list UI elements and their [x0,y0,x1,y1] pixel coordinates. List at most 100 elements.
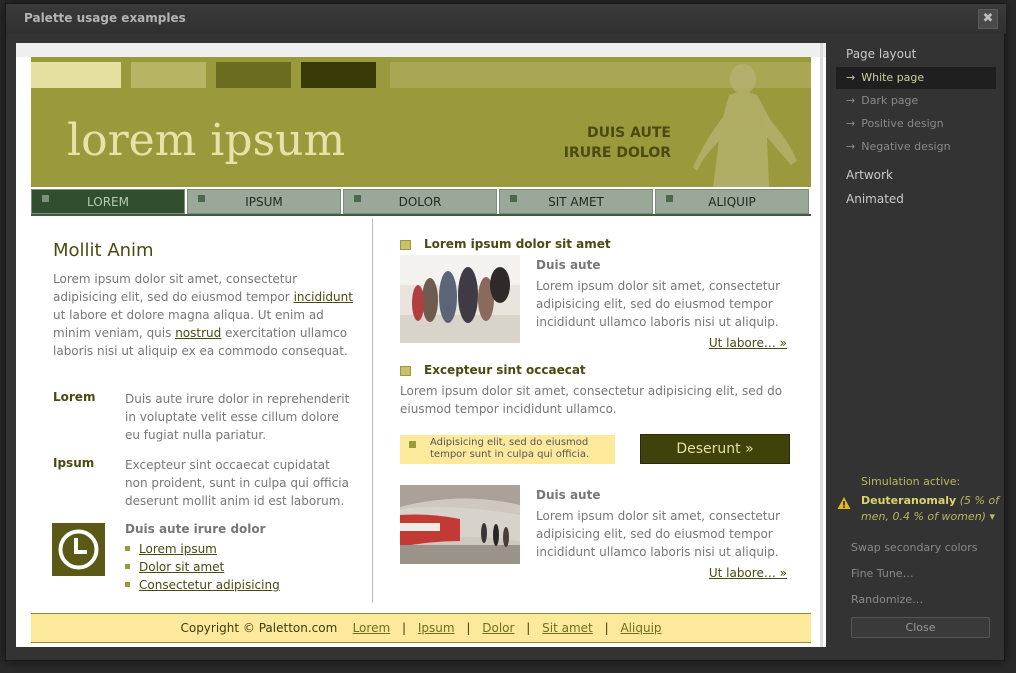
arrow-right-icon: → [846,140,856,153]
layout-option-label: Dark page [861,94,919,107]
column-divider [372,219,373,603]
animated-heading[interactable]: Animated [846,192,904,206]
bullet-icon [125,546,130,551]
copyright-text: Copyright © Paletton.com [180,621,338,635]
close-icon[interactable]: ✖ [978,9,998,29]
list-item: Consectetur adipisicing [125,576,280,594]
nav-tab-label: SIT AMET [548,195,604,209]
dialog-titlebar: Palette usage examples ✖ [6,4,1006,34]
deserunt-button[interactable]: Deserunt » [640,434,790,464]
tagline-line: IRURE DOLOR [563,145,671,161]
definition-description: Duis aute irure dolor in reprehenderit i… [125,392,350,442]
layout-option-positive-design[interactable]: → Positive design [836,113,996,135]
palette-dialog: Palette usage examples ✖ lorem ipsum DUI… [5,3,1006,662]
crowd-photo [400,255,520,343]
square-icon [354,195,361,202]
layout-option-label: White page [861,71,925,84]
list-link[interactable]: Consectetur adipisicing [139,578,280,592]
list-item: Lorem ipsum [125,540,280,558]
definition-term: Lorem [53,390,96,404]
definition-term: Ipsum [53,456,95,470]
layout-option-label: Negative design [861,140,951,153]
footer-separator: | [401,621,407,635]
warning-icon [837,497,851,509]
layout-option-label: Positive design [861,117,944,130]
read-more-link[interactable]: Ut labore… » [709,336,787,350]
square-icon [198,195,205,202]
nav-tab-dolor[interactable]: DOLOR [343,189,497,214]
layout-option-negative-design[interactable]: → Negative design [836,136,996,158]
simulation-select[interactable]: Deuteranomaly (5 % of men, 0.4 % of wome… [861,493,1001,525]
fine-tune-link[interactable]: Fine Tune… [851,567,914,580]
page-layout-heading[interactable]: Page layout [846,47,916,61]
list-link[interactable]: Lorem ipsum [139,542,217,556]
note-text: Adipisicing elit, sed do eiusmod tempor … [430,437,590,460]
options-panel: Page layout → White page → Dark page → Posi… [831,34,1006,662]
palette-swatch [131,62,206,88]
bullet-icon [125,582,130,587]
site-footer: Copyright © Paletton.com Lorem | Ipsum |… [31,613,811,643]
footer-separator: | [604,621,609,635]
woman-silhouette-image [693,64,797,187]
section-title: Excepteur sint occaecat [424,363,586,377]
nav-tab-label: LOREM [87,195,129,209]
section-title: Lorem ipsum dolor sit amet [424,237,611,251]
randomize-link[interactable]: Randomize… [851,593,923,606]
section-square-icon [400,240,411,250]
footer-link[interactable]: Aliquip [620,621,661,635]
square-icon [510,195,517,202]
layout-option-dark-page[interactable]: → Dark page [836,90,996,112]
article-heading: Duis aute [536,258,601,272]
footer-link[interactable]: Lorem [353,621,391,635]
article-body: Lorem ipsum dolor sit amet, consectetur … [536,279,781,329]
palette-swatch [31,62,121,88]
footer-separator: | [466,621,471,635]
arrow-right-icon: → [846,117,856,130]
dialog-title: Palette usage examples [24,11,186,25]
artwork-heading[interactable]: Artwork [846,168,893,182]
square-icon [42,195,49,202]
section-paragraph: Lorem ipsum dolor sit amet, consectetur … [400,384,783,416]
preview-scrollbar[interactable] [820,43,823,647]
arrow-right-icon: → [846,71,856,84]
nav-tab-aliquip[interactable]: ALIQUIP [655,189,809,214]
nav-tab-label: ALIQUIP [708,195,756,209]
site-logo-text: lorem ipsum [67,115,346,166]
list-link[interactable]: Dolor sit amet [139,560,224,574]
swap-secondary-colors-link[interactable]: Swap secondary colors [851,541,978,554]
simulation-name: Deuteranomaly [861,494,957,507]
header-tagline: DUIS AUTE IRURE DOLOR [564,123,671,163]
nav-tab-lorem[interactable]: LOREM [31,189,185,214]
paragraph-text: Lorem ipsum dolor sit amet, consectetur … [53,272,298,304]
left-column-title: Mollit Anim [53,240,154,261]
definition-description: Excepteur sint occaecat cupidatat non pr… [125,458,349,508]
intro-paragraph: Lorem ipsum dolor sit amet, consectetur … [53,270,353,360]
nav-tab-sit-amet[interactable]: SIT AMET [499,189,653,214]
list-title: Duis aute irure dolor [125,522,266,536]
clock-icon [52,523,105,576]
nostrud-link[interactable]: nostrud [175,326,221,340]
incididunt-link[interactable]: incididunt [294,290,353,304]
footer-link[interactable]: Dolor [482,621,514,635]
list-item: Dolor sit amet [125,558,280,576]
footer-link[interactable]: Ipsum [418,621,455,635]
read-more-link[interactable]: Ut labore… » [709,566,787,580]
site-nav: LOREM IPSUM DOLOR SIT AMET ALIQUIP [31,188,811,215]
article-heading: Duis aute [536,488,601,502]
train-photo [400,485,520,564]
footer-link[interactable]: Sit amet [542,621,593,635]
simulation-label: Simulation active: [861,475,961,488]
tagline-line: DUIS AUTE [586,125,671,141]
nav-tab-ipsum[interactable]: IPSUM [187,189,341,214]
square-icon [666,195,673,202]
layout-option-white-page[interactable]: → White page [836,67,996,89]
close-button[interactable]: Close [851,617,990,638]
palette-swatch [301,62,376,88]
article-body: Lorem ipsum dolor sit amet, consectetur … [536,509,781,559]
nav-tab-label: IPSUM [245,195,283,209]
link-list: Lorem ipsum Dolor sit amet Consectetur a… [125,540,280,594]
arrow-right-icon: → [846,94,856,107]
square-icon [409,441,416,448]
chevron-down-icon: ▾ [989,510,995,523]
highlight-note: Adipisicing elit, sed do eiusmod tempor … [400,435,615,464]
